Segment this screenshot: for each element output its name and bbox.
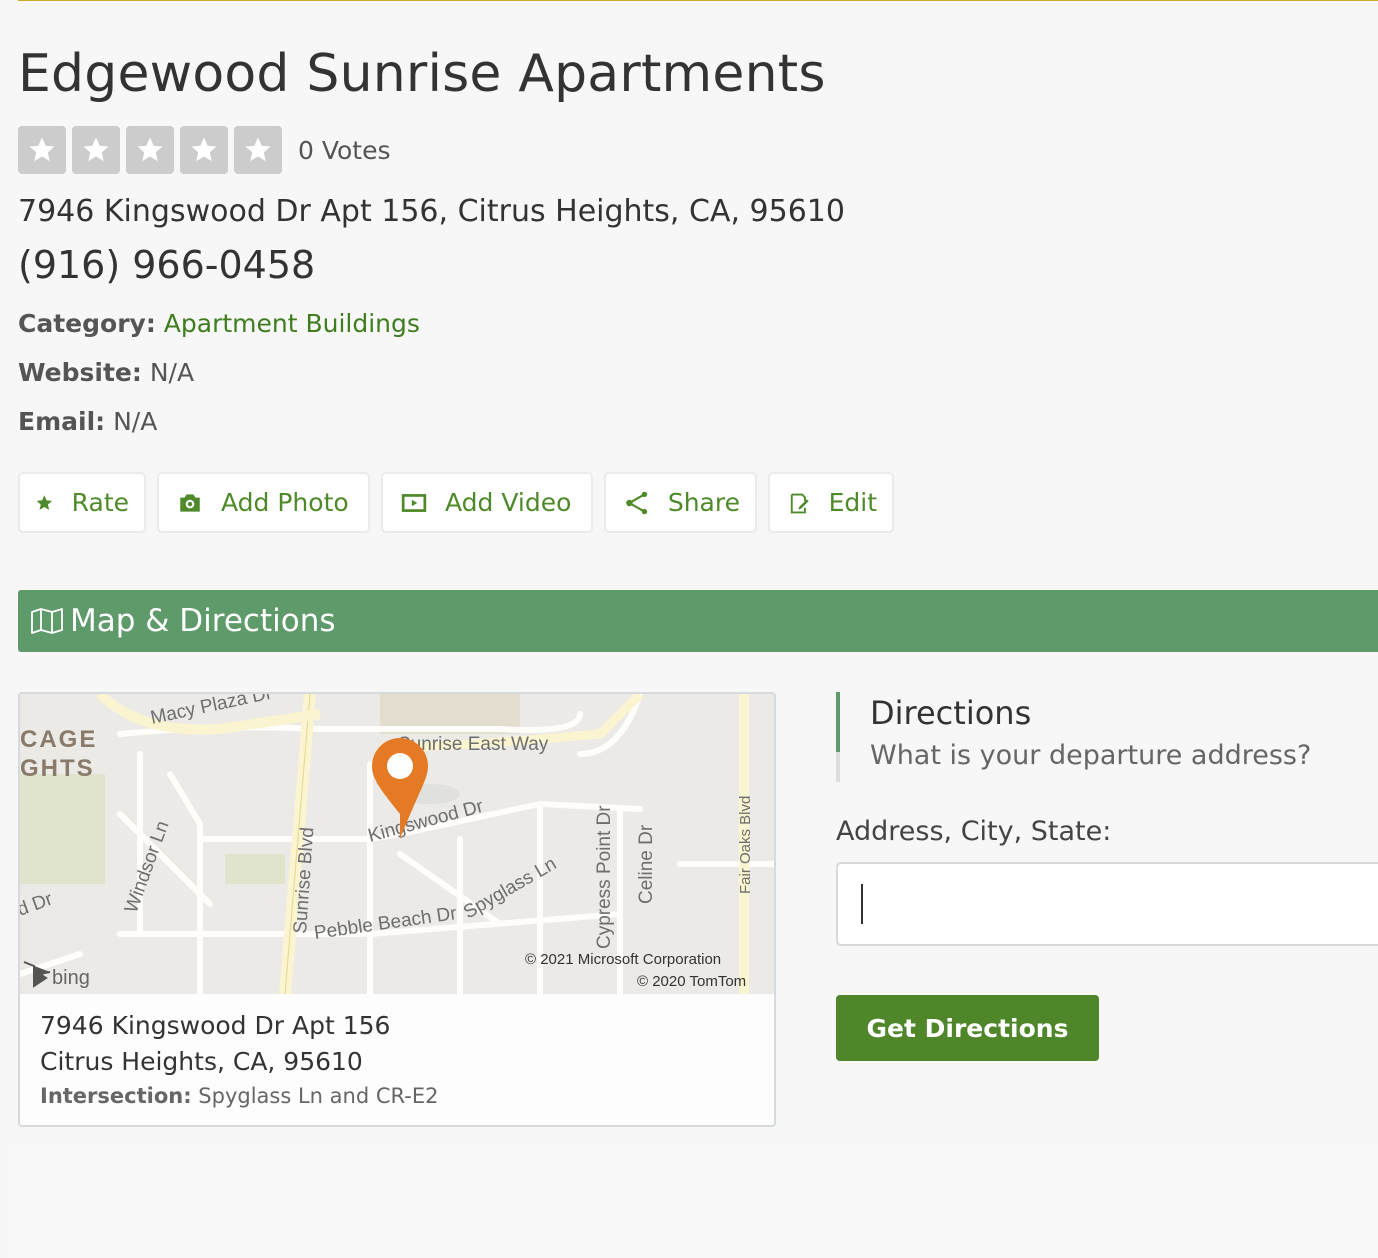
star-icon [191,137,217,162]
rating-star-3[interactable] [126,126,174,174]
directions-heading: Directions What is your departure addres… [836,692,1378,782]
bing-logo: bing [23,961,90,989]
top-rule [18,0,1378,1]
map-card-address: 7946 Kingswood Dr Apt 156 Citrus Heights… [40,1008,390,1080]
heading-accent [836,692,840,752]
map-street-label: Celine Dr [636,824,657,904]
video-icon [401,493,427,512]
website-row: Website: N/A [18,358,194,387]
heading-accent-muted [836,752,840,782]
map-copyright: © 2020 TomTom [637,973,746,990]
camera-icon [180,493,200,512]
add-video-button[interactable]: Add Video [381,472,593,533]
map-street-label: Fair Oaks Blvd [737,796,754,894]
park-area [225,854,285,884]
add-photo-button[interactable]: Add Photo [157,472,370,533]
page-title: Edgewood Sunrise Apartments [18,44,826,104]
rating-star-2[interactable] [72,126,120,174]
email-label: Email: [18,407,106,436]
email-value: N/A [113,407,158,436]
address-line-1: 7946 Kingswood Dr Apt 156 [40,1011,391,1040]
map-street-label: Cypress Point Dr [594,805,615,949]
map-card: CAGE GHTS Macy Plaza Dr Sunrise East Way… [18,692,776,1127]
business-address: 7946 Kingswood Dr Apt 156, Citrus Height… [18,194,845,229]
intersection-value: Spyglass Ln and CR-E2 [198,1084,439,1108]
star-icon [29,137,55,162]
map-icon [31,608,63,634]
address-line-2: Citrus Heights, CA, 95610 [40,1047,363,1076]
bottom-panel [11,1146,1378,1258]
departure-address-input[interactable] [836,862,1378,946]
business-phone[interactable]: (916) 966-0458 [18,243,315,287]
edit-button[interactable]: Edit [768,472,894,533]
category-row: Category: Apartment Buildings [18,309,420,338]
add-video-button-label: Add Video [445,488,572,517]
directions-panel: Directions What is your departure addres… [836,692,1378,1061]
address-field-wrap [836,862,1378,946]
directions-title: Directions [870,694,1032,732]
category-link[interactable]: Apartment Buildings [164,309,420,338]
map-area-label: GHTS [20,755,95,782]
intersection-row: Intersection: Spyglass Ln and CR-E2 [40,1084,438,1108]
star-icon [83,137,109,162]
action-toolbar: Rate Add Photo Add Video Share Edit [18,472,905,533]
website-value: N/A [149,358,195,387]
category-label: Category: [18,309,156,338]
map-canvas: CAGE GHTS Macy Plaza Dr Sunrise East Way… [20,694,774,994]
location-map[interactable]: CAGE GHTS Macy Plaza Dr Sunrise East Way… [20,694,774,994]
edit-button-label: Edit [828,488,877,517]
edit-icon [790,493,809,513]
star-rating: 0 Votes [18,126,391,174]
star-icon [36,494,53,510]
intersection-label: Intersection: [40,1084,192,1108]
address-field-label: Address, City, State: [836,816,1112,847]
map-provider-label: bing [52,967,90,989]
website-label: Website: [18,358,142,387]
get-directions-button[interactable]: Get Directions [836,995,1099,1061]
section-title: Map & Directions [70,603,336,639]
map-copyright: © 2021 Microsoft Corporation [525,951,721,968]
votes-count: 0 Votes [298,135,391,165]
star-icon [245,137,271,162]
directions-subtitle: What is your departure address? [870,740,1312,771]
share-icon [626,491,648,514]
rating-star-5[interactable] [234,126,282,174]
rating-star-4[interactable] [180,126,228,174]
star-icon [137,137,163,162]
rate-button[interactable]: Rate [18,472,146,533]
share-button[interactable]: Share [604,472,757,533]
map-directions-header: Map & Directions [18,590,1378,652]
add-photo-button-label: Add Photo [221,488,349,517]
text-caret [861,884,863,924]
map-area-label: CAGE [20,726,97,753]
rate-button-label: Rate [71,488,129,517]
email-row: Email: N/A [18,407,157,436]
share-button-label: Share [667,488,740,517]
rating-star-1[interactable] [18,126,66,174]
park-area [20,774,105,884]
